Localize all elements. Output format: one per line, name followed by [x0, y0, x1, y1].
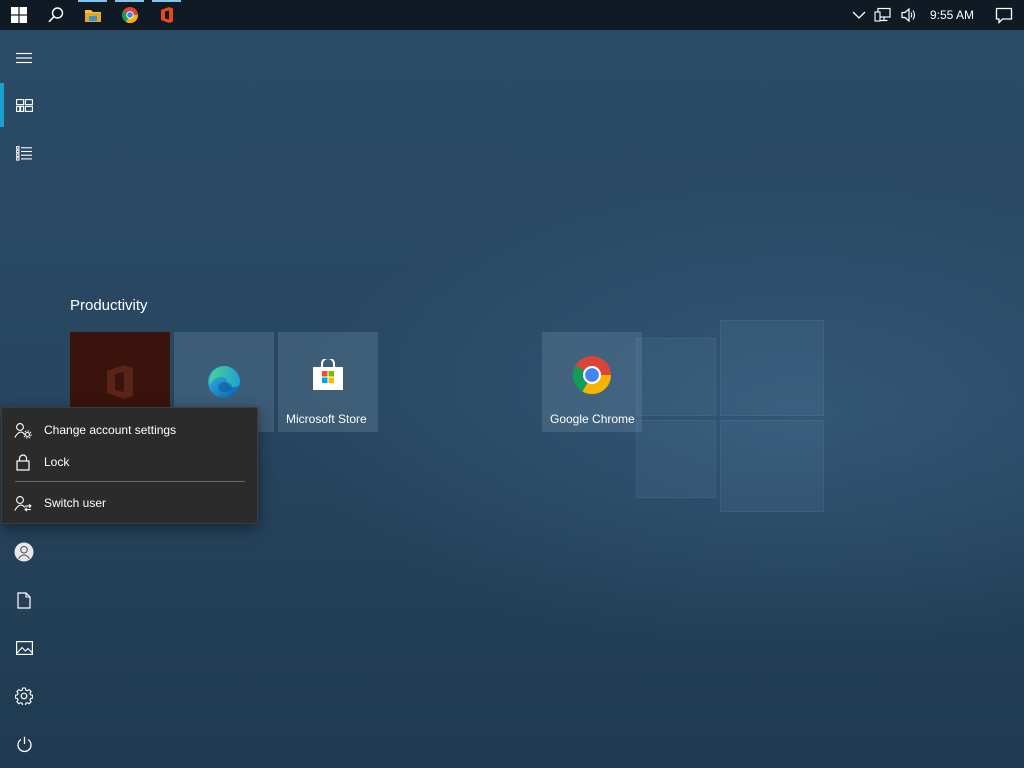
gear-icon	[15, 687, 33, 705]
power-icon	[16, 736, 32, 752]
office-icon	[160, 7, 173, 23]
tile-label: Microsoft Store	[286, 412, 367, 426]
switch-user-icon	[2, 495, 44, 512]
document-icon	[17, 591, 31, 609]
notification-icon	[995, 7, 1013, 24]
settings-button[interactable]	[0, 672, 48, 720]
change-account-settings-item[interactable]: Change account settings	[2, 415, 257, 445]
taskbar-clock[interactable]: 9:55 AM	[922, 0, 984, 30]
picture-icon	[15, 641, 33, 655]
network-icon	[874, 7, 891, 22]
pinned-tiles-button[interactable]	[0, 81, 48, 129]
windows-logo-watermark	[636, 320, 824, 512]
taskbar-google-chrome[interactable]	[111, 0, 148, 30]
tile-google-chrome[interactable]: Google Chrome	[542, 332, 642, 432]
taskbar: 9:55 AM	[0, 0, 1024, 30]
user-account-button[interactable]	[0, 528, 48, 576]
all-apps-button[interactable]	[0, 129, 48, 177]
menu-separator	[15, 481, 245, 482]
chevron-up-icon	[852, 11, 866, 19]
network-tray-button[interactable]	[870, 0, 896, 30]
office-icon	[107, 365, 133, 399]
tile-microsoft-store[interactable]: Microsoft Store	[278, 332, 378, 432]
tiles-icon	[15, 98, 33, 112]
tile-group-title[interactable]: Productivity	[70, 297, 148, 314]
volume-icon	[901, 7, 916, 23]
menu-item-label: Lock	[44, 455, 70, 469]
start-button[interactable]	[0, 0, 37, 30]
pictures-button[interactable]	[0, 624, 48, 672]
volume-tray-button[interactable]	[896, 0, 922, 30]
expand-menu-button[interactable]	[0, 34, 48, 82]
taskbar-file-explorer[interactable]	[74, 0, 111, 30]
windows-logo-icon	[10, 7, 27, 23]
avatar-icon	[14, 542, 34, 562]
documents-button[interactable]	[0, 576, 48, 624]
search-icon	[47, 7, 63, 23]
chrome-icon	[573, 356, 611, 394]
lock-item[interactable]: Lock	[2, 447, 257, 477]
lock-icon	[2, 453, 44, 471]
show-hidden-icons-button[interactable]	[848, 0, 870, 30]
folder-icon	[84, 10, 101, 22]
search-button[interactable]	[37, 0, 74, 30]
hamburger-icon	[16, 52, 32, 64]
action-center-button[interactable]	[984, 0, 1024, 30]
store-icon	[313, 359, 343, 390]
start-left-rail	[0, 30, 48, 768]
account-flyout-menu: Change account settings Lock Switch user	[1, 407, 258, 524]
menu-item-label: Switch user	[44, 496, 107, 510]
tile-label: Google Chrome	[550, 412, 635, 426]
switch-user-item[interactable]: Switch user	[2, 488, 257, 518]
taskbar-office[interactable]	[148, 0, 185, 30]
list-icon	[16, 145, 32, 161]
account-settings-icon	[2, 422, 44, 439]
chrome-icon	[121, 7, 138, 23]
edge-icon	[208, 366, 240, 398]
menu-item-label: Change account settings	[44, 423, 177, 437]
power-button[interactable]	[0, 720, 48, 768]
